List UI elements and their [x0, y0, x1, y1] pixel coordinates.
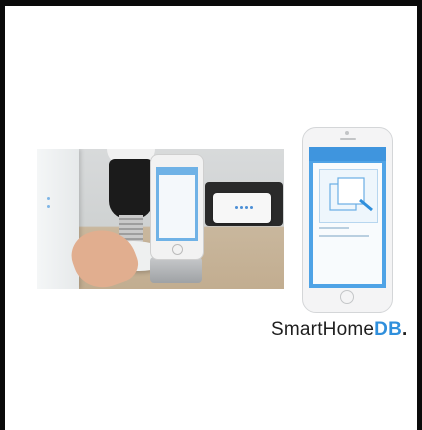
app-top-bar — [309, 147, 386, 161]
phone-in-photo-screen — [156, 167, 198, 241]
brand-name-part2: DB — [374, 319, 402, 340]
router-led — [47, 197, 50, 200]
plug-outline-icon — [329, 177, 373, 212]
product-photo — [37, 149, 284, 289]
app-setup-content — [313, 163, 382, 284]
phone-speaker — [340, 138, 356, 140]
home-button — [172, 244, 183, 255]
phone-mockup — [302, 127, 393, 313]
brand-dot: . — [402, 319, 408, 340]
image-frame: SmartHomeDB. — [0, 0, 422, 430]
home-button — [340, 290, 354, 304]
router-led — [47, 205, 50, 208]
phone-mockup-screen — [309, 147, 386, 288]
setup-text-line — [319, 235, 369, 237]
phone-camera — [345, 131, 349, 135]
phone-stand — [150, 257, 202, 283]
smart-bulb — [109, 159, 153, 219]
plug-setup-illustration — [319, 169, 378, 223]
brand-logo: SmartHomeDB. — [271, 319, 407, 341]
phone-in-photo — [150, 154, 204, 260]
smart-plug — [213, 193, 271, 223]
brand-name-part1: SmartHome — [271, 319, 375, 340]
setup-text-line — [319, 227, 349, 229]
router-device — [37, 149, 79, 289]
